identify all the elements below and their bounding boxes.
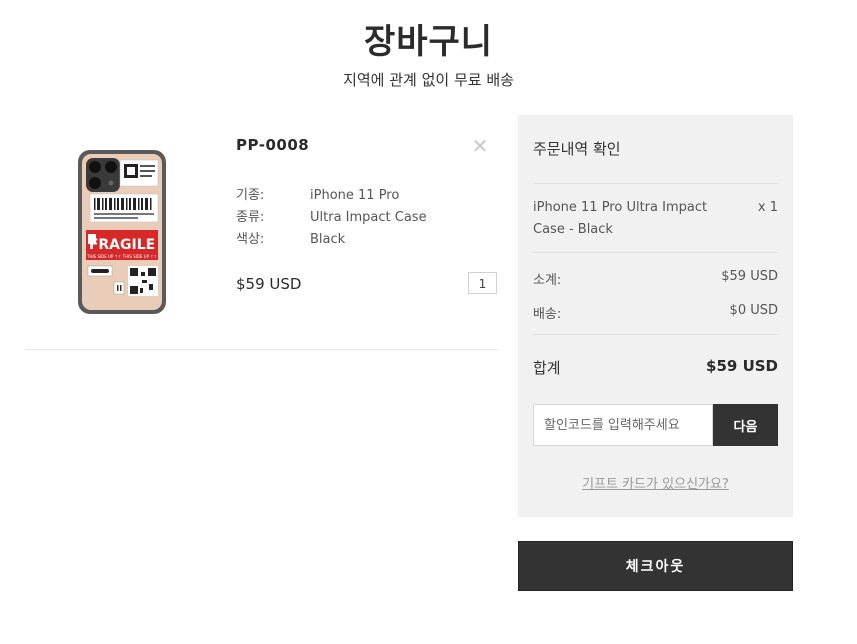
spec-value: Ultra Impact Case xyxy=(310,210,427,225)
shipping-label: 배송: xyxy=(533,307,562,322)
spec-value: Black xyxy=(310,232,346,247)
close-icon: ✕ xyxy=(471,134,489,158)
summary-title: 주문내역 확인 xyxy=(533,140,621,158)
spec-row-model: 기종: iPhone 11 Pro xyxy=(236,184,399,203)
side-up-label: THIS SIDE UP ↑↑ THIS SIDE UP ↑↑ xyxy=(86,254,157,259)
spec-label: 색상: xyxy=(236,232,265,247)
remove-item-button[interactable]: ✕ xyxy=(470,136,490,156)
item-divider xyxy=(25,349,498,350)
total-value: $59 USD xyxy=(706,357,778,375)
summary-line-item: iPhone 11 Pro Ultra Impact Case - Black xyxy=(533,200,708,237)
total-label: 합계 xyxy=(533,359,561,377)
product-image[interactable]: FRAGILE THIS SIDE UP ↑↑ THIS SIDE UP ↑↑ xyxy=(76,148,168,316)
subtotal-label: 소계: xyxy=(533,273,562,288)
spec-row-color: 색상: Black xyxy=(236,228,345,247)
summary-divider xyxy=(533,252,778,253)
summary-divider xyxy=(533,183,778,184)
product-price: $59 USD xyxy=(236,275,302,293)
quantity-box[interactable]: 1 xyxy=(468,272,497,294)
coupon-input[interactable] xyxy=(533,404,713,446)
checkout-button[interactable]: 체크아웃 xyxy=(518,541,793,591)
summary-divider xyxy=(533,334,778,335)
page-title: 장바구니 xyxy=(363,22,494,62)
summary-line-qty: x 1 xyxy=(757,200,778,215)
gift-card-link[interactable]: 기프트 카드가 있으신가요? xyxy=(518,473,793,492)
product-sku: PP-0008 xyxy=(236,136,310,154)
fragile-label: FRAGILE xyxy=(89,237,155,253)
order-summary-panel: 주문내역 확인 iPhone 11 Pro Ultra Impact Case … xyxy=(518,115,793,517)
subtotal-value: $59 USD xyxy=(721,269,778,284)
page-subtitle: 지역에 관계 없이 무료 배송 xyxy=(343,71,514,89)
coupon-apply-button[interactable]: 다음 xyxy=(713,404,778,446)
spec-value: iPhone 11 Pro xyxy=(310,188,400,203)
spec-row-type: 종류: Ultra Impact Case xyxy=(236,206,427,225)
spec-label: 종류: xyxy=(236,210,265,225)
shipping-value: $0 USD xyxy=(729,303,778,318)
spec-label: 기종: xyxy=(236,188,265,203)
